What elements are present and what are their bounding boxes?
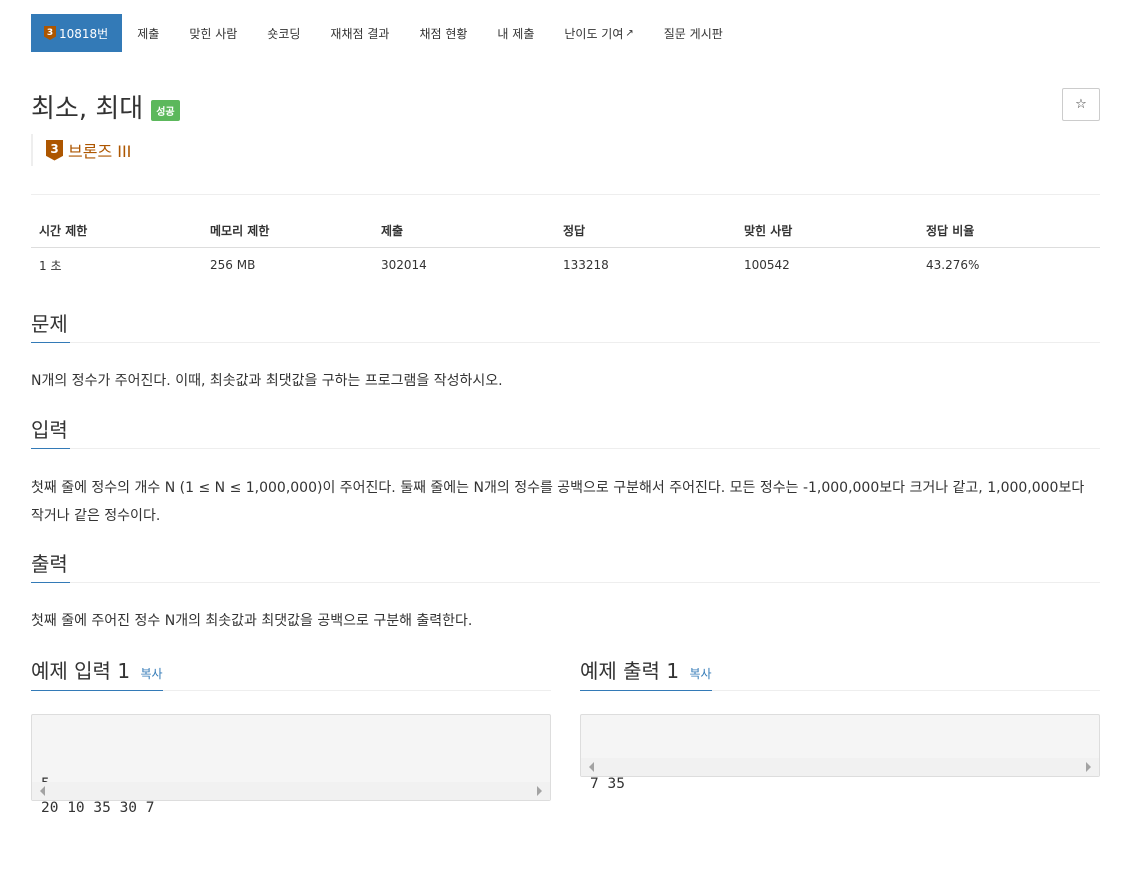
bronze-tier-badge-icon: 3	[46, 139, 63, 161]
nav-submit[interactable]: 제출	[122, 14, 174, 52]
scroll-right-icon[interactable]	[1086, 762, 1091, 772]
th-submissions: 제출	[373, 214, 555, 248]
nav-difficulty[interactable]: 난이도 기여 ↗	[549, 14, 648, 52]
description-text: N개의 정수가 주어진다. 이때, 최솟값과 최댓값을 구하는 프로그램을 작성…	[31, 373, 503, 389]
table-row: 1 초 256 MB 302014 133218 100542 43.276%	[31, 248, 1100, 283]
status-badge: 성공	[151, 100, 180, 121]
tier-label[interactable]: 브론즈 III	[68, 138, 131, 162]
nav-rejudge[interactable]: 재채점 결과	[315, 14, 404, 52]
problem-title: 최소, 최대	[31, 94, 144, 124]
td-memory-limit: 256 MB	[210, 258, 256, 273]
sample-output-header: 예제 출력 1 복사	[580, 655, 1100, 691]
td-solved-users: 100542	[744, 258, 790, 273]
input-text: 첫째 줄에 정수의 개수 N (1 ≤ N ≤ 1,000,000)이 주어진다…	[31, 480, 1085, 524]
sample-input-header: 예제 입력 1 복사	[31, 655, 551, 691]
divider	[31, 194, 1100, 195]
description-title: 문제	[31, 311, 70, 343]
bronze-tier-icon: 3	[44, 26, 56, 40]
nav-short-coding[interactable]: 숏코딩	[252, 14, 315, 52]
nav-problem-label: 10818번	[59, 26, 109, 41]
problem-info-table: 시간 제한 메모리 제한 제출 정답 맞힌 사람 정답 비율 1 초 256 M…	[31, 214, 1100, 283]
copy-sample-output-button[interactable]: 복사	[690, 667, 712, 681]
output-title: 출력	[31, 551, 70, 583]
nav-status[interactable]: 채점 현황	[404, 14, 482, 52]
star-icon: ☆	[1075, 97, 1087, 112]
problem-title-row: 최소, 최대 성공	[31, 88, 180, 125]
nav-solved-users[interactable]: 맞힌 사람	[174, 14, 252, 52]
problem-nav: 3 10818번 제출 맞힌 사람 숏코딩 재채점 결과 채점 현황 내 제출 …	[31, 14, 738, 52]
scroll-left-icon[interactable]	[589, 762, 594, 772]
horizontal-scrollbar[interactable]	[32, 782, 550, 800]
nav-problem[interactable]: 3 10818번	[31, 14, 123, 52]
sample-input-box[interactable]: 5 20 10 35 30 7	[31, 714, 551, 816]
table-header-row: 시간 제한 메모리 제한 제출 정답 맞힌 사람 정답 비율	[31, 214, 1100, 248]
sample-input-title: 예제 입력 1	[31, 659, 131, 683]
input-title: 입력	[31, 417, 70, 449]
sample-output-box[interactable]: 7 35	[580, 714, 1100, 792]
description-header: 문제	[31, 311, 1100, 343]
scroll-left-icon[interactable]	[40, 786, 45, 796]
output-text: 첫째 줄에 주어진 정수 N개의 최솟값과 최댓값을 공백으로 구분해 출력한다…	[31, 613, 473, 629]
th-time-limit: 시간 제한	[31, 214, 202, 248]
external-link-icon: ↗	[625, 27, 634, 39]
td-accept-rate: 43.276%	[926, 258, 980, 273]
th-accepted: 정답	[555, 214, 736, 248]
th-memory-limit: 메모리 제한	[202, 214, 373, 248]
scroll-right-icon[interactable]	[537, 786, 542, 796]
output-header: 출력	[31, 551, 1100, 583]
copy-sample-input-button[interactable]: 복사	[141, 667, 163, 681]
sample-output-title: 예제 출력 1	[580, 659, 680, 683]
star-button[interactable]: ☆	[1062, 88, 1100, 121]
td-time-limit: 1 초	[39, 258, 62, 273]
td-submissions: 302014	[381, 258, 427, 273]
tier-row: 3 브론즈 III	[31, 134, 131, 166]
nav-board[interactable]: 질문 게시판	[649, 14, 738, 52]
td-accepted: 133218	[563, 258, 609, 273]
input-header: 입력	[31, 417, 1100, 449]
th-accept-rate: 정답 비율	[918, 214, 1100, 248]
nav-my-submissions[interactable]: 내 제출	[482, 14, 549, 52]
th-solved-users: 맞힌 사람	[736, 214, 918, 248]
nav-difficulty-label: 난이도 기여	[564, 26, 624, 41]
horizontal-scrollbar[interactable]	[581, 758, 1099, 776]
